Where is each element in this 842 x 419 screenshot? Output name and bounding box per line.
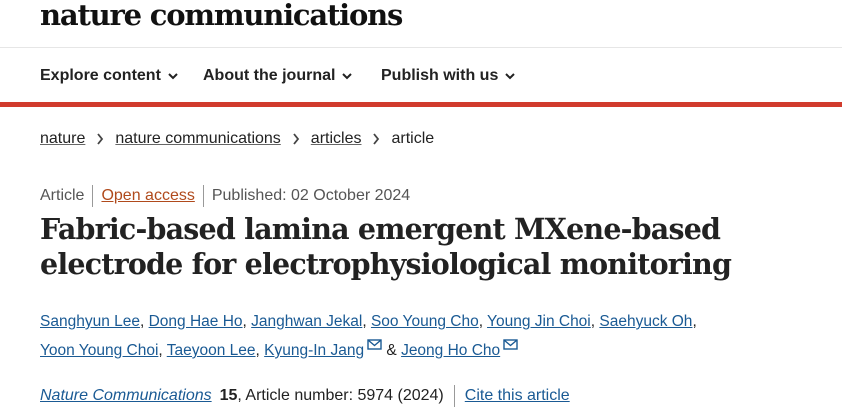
nav-item-label: About the journal [203, 67, 336, 84]
article-meta: Article Open access Published: 02 Octobe… [40, 185, 410, 207]
article-number: , Article number: 5974 (2024) [237, 387, 444, 404]
corresponding-author: Jeong Ho Cho [401, 339, 518, 359]
breadcrumb: nature nature communications articles ar… [40, 130, 434, 148]
author-list: Sanghyun Lee, Dong Hae Ho, Janghwan Jeka… [40, 313, 697, 359]
meta-divider [202, 185, 204, 207]
author-link[interactable]: Dong Hae Ho [149, 313, 243, 330]
author-link[interactable]: Yoon Young Choi [40, 342, 158, 359]
nav-item-label: Explore content [40, 67, 161, 84]
citation-divider [453, 385, 455, 407]
chevron-down-icon [505, 73, 516, 80]
main-nav: Explore content About the journal Publis… [0, 49, 842, 102]
breadcrumb-link-articles[interactable]: articles [311, 130, 362, 148]
author-link[interactable]: Soo Young Cho [371, 313, 479, 330]
journal-link[interactable]: Nature Communications [40, 387, 212, 405]
journal-logo[interactable]: nature communications [40, 0, 403, 32]
volume-number: 15 [219, 387, 238, 404]
nav-publish-with-us[interactable]: Publish with us [381, 67, 516, 85]
meta-divider [92, 185, 94, 207]
chevron-right-icon [97, 133, 104, 145]
author-link[interactable]: Jeong Ho Cho [401, 342, 500, 359]
corresponding-author: Kyung-In Jang [264, 339, 382, 359]
chevron-right-icon [293, 133, 299, 145]
chevron-right-icon [373, 133, 380, 145]
author-link[interactable]: Janghwan Jekal [251, 313, 362, 330]
article-type: Article [40, 187, 85, 204]
author-link[interactable]: Kyung-In Jang [264, 342, 364, 359]
author-link[interactable]: Taeyoon Lee [167, 342, 256, 359]
envelope-icon[interactable] [367, 339, 382, 350]
cite-this-article-link[interactable]: Cite this article [465, 387, 570, 405]
breadcrumb-current: article [391, 130, 435, 147]
nav-item-label: Publish with us [381, 67, 499, 84]
author-link[interactable]: Saehyuck Oh [599, 313, 692, 330]
citation-line: Nature Communications 15 , Article numbe… [40, 385, 570, 407]
nav-about-journal[interactable]: About the journal [203, 67, 353, 85]
breadcrumb-link-nature-communications[interactable]: nature communications [115, 130, 280, 148]
site-header: nature communications [0, 0, 842, 48]
author-link[interactable]: Young Jin Choi [487, 313, 591, 330]
chevron-down-icon [168, 73, 178, 80]
breadcrumb-link-nature[interactable]: nature [40, 130, 85, 148]
nav-explore-content[interactable]: Explore content [40, 67, 178, 85]
article-title: Fabric-based lamina emergent MXene-based… [40, 212, 732, 281]
published-date: Published: 02 October 2024 [211, 187, 411, 204]
accent-divider [0, 102, 842, 107]
chevron-down-icon [342, 73, 353, 80]
author-link[interactable]: Sanghyun Lee [40, 313, 140, 330]
open-access-link[interactable]: Open access [101, 187, 194, 205]
envelope-icon[interactable] [503, 339, 518, 350]
